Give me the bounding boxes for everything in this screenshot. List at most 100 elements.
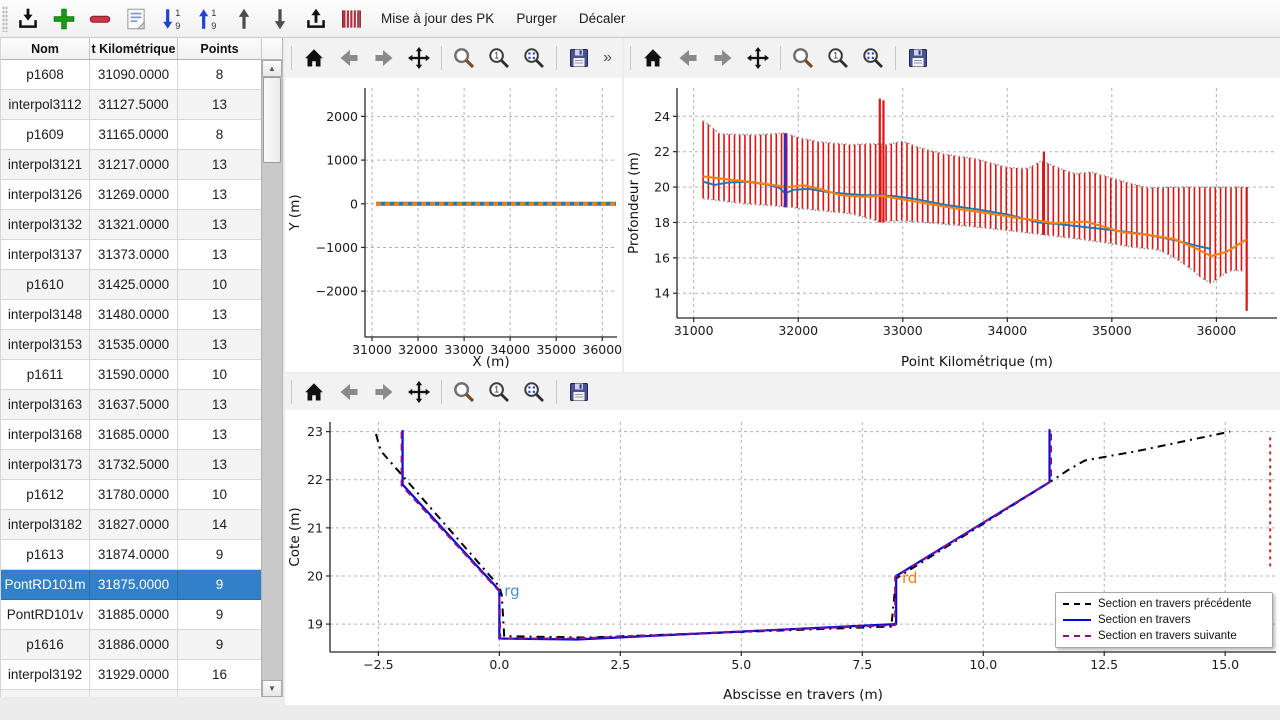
table-cell[interactable]: 31321.0000 [90,210,178,240]
table-cell[interactable]: 13 [178,240,262,270]
toolbar-overflow-button[interactable]: » [603,49,612,67]
table-cell[interactable]: 31637.5000 [90,390,178,420]
zoom-fit-button[interactable] [521,379,547,405]
zoom-button[interactable] [451,379,477,405]
column-header-nom[interactable]: Nom [1,38,90,59]
zoom-one-button[interactable]: 1 [825,45,851,71]
table-cell[interactable]: PontRD101m [1,570,90,600]
table-cell[interactable]: interpol3126 [1,180,90,210]
table-row[interactable]: interpol319231929.000016 [1,660,262,690]
table-cell[interactable]: 31269.0000 [90,180,178,210]
table-row[interactable]: PontRD101m31875.00009 [1,570,262,600]
table-cell[interactable]: 13 [178,390,262,420]
table-cell[interactable]: 13 [178,330,262,360]
remove-button[interactable] [84,3,116,35]
zoom-button[interactable] [790,45,816,71]
move-up-button[interactable] [228,3,260,35]
table-cell[interactable]: p1610 [1,270,90,300]
table-cell[interactable]: p1611 [1,360,90,390]
table-cell[interactable]: interpol3112 [1,90,90,120]
column-header-pk[interactable]: t Kilométrique [90,38,178,59]
table-row[interactable]: interpol313231321.000013 [1,210,262,240]
zoom-one-button[interactable]: 1 [486,45,512,71]
add-button[interactable] [48,3,80,35]
table-row[interactable]: interpol316331637.500013 [1,390,262,420]
plan-plot-canvas[interactable]: 310003200033000340003500036000−2000−1000… [285,78,622,372]
table-cell[interactable]: interpol3168 [1,420,90,450]
pan-button[interactable] [745,45,771,71]
table-cell[interactable]: 31217.0000 [90,150,178,180]
table-cell[interactable]: p1609 [1,120,90,150]
table-row[interactable]: p161131590.000010 [1,360,262,390]
zoom-fit-button[interactable] [521,45,547,71]
table-cell[interactable]: 9 [178,540,262,570]
sort-descending-button[interactable]: 19 [156,3,188,35]
table-cell[interactable]: 31929.0000 [90,660,178,690]
table-row[interactable]: interpol315331535.000013 [1,330,262,360]
table-cell[interactable]: 13 [178,300,262,330]
purge-button[interactable]: Purger [507,3,566,35]
table-cell[interactable]: 14 [178,510,262,540]
sections-button[interactable] [336,3,368,35]
table-cell[interactable]: interpol3132 [1,210,90,240]
section-plot-canvas[interactable]: −2.50.02.55.07.510.012.515.01920212223Ab… [285,410,1280,705]
home-button[interactable] [301,45,327,71]
table-row[interactable]: interpol311231127.500013 [1,90,262,120]
table-cell[interactable]: p1612 [1,480,90,510]
back-button[interactable] [675,45,701,71]
profil-plot-canvas[interactable]: 3100032000330003400035000360001416182022… [624,78,1280,372]
scrollbar-thumb[interactable] [263,77,281,163]
pan-button[interactable] [406,45,432,71]
home-button[interactable] [301,379,327,405]
table-cell[interactable]: interpol3121 [1,150,90,180]
table-row[interactable]: PontRD101v31885.00009 [1,600,262,630]
shift-button[interactable]: Décaler [570,3,635,35]
table-cell[interactable]: p1613 [1,540,90,570]
table-cell[interactable]: interpol3163 [1,390,90,420]
table-cell[interactable]: 31875.0000 [90,570,178,600]
scroll-down-button[interactable]: ▼ [262,680,282,697]
table-cell[interactable]: 31685.0000 [90,420,178,450]
table-cell[interactable]: interpol3192 [1,660,90,690]
zoom-one-button[interactable]: 1 [486,379,512,405]
table-cell[interactable]: interpol3173 [1,450,90,480]
update-pk-button[interactable]: Mise à jour des PK [372,3,503,35]
table-cell[interactable]: 31780.0000 [90,480,178,510]
table-cell[interactable]: 8 [178,60,262,90]
forward-button[interactable] [371,45,397,71]
save-button[interactable] [566,379,592,405]
table-cell[interactable]: PontRD101v [1,600,90,630]
table-cell[interactable]: 10 [178,360,262,390]
column-header-points[interactable]: Points [178,38,262,59]
zoom-button[interactable] [451,45,477,71]
table-cell[interactable]: interpol3148 [1,300,90,330]
table-cell[interactable]: 8 [178,120,262,150]
table-row[interactable]: interpol312631269.000013 [1,180,262,210]
home-button[interactable] [640,45,666,71]
table-cell[interactable]: 31090.0000 [90,60,178,90]
table-cell[interactable]: 31732.5000 [90,450,178,480]
table-row[interactable]: interpol317331732.500013 [1,450,262,480]
table-cell[interactable]: 9 [178,630,262,660]
save-button[interactable] [566,45,592,71]
table-cell[interactable]: 9 [178,600,262,630]
back-button[interactable] [336,45,362,71]
table-cell[interactable]: 31165.0000 [90,120,178,150]
table-cell[interactable]: 13 [178,180,262,210]
back-button[interactable] [336,379,362,405]
table-cell[interactable]: 13 [178,420,262,450]
table-cell[interactable]: p1616 [1,630,90,660]
forward-button[interactable] [710,45,736,71]
save-button[interactable] [905,45,931,71]
table-scrollbar[interactable]: ▲ ▼ [261,60,282,697]
import-button[interactable] [12,3,44,35]
table-cell[interactable]: 31425.0000 [90,270,178,300]
table-cell[interactable]: 31127.5000 [90,90,178,120]
table-row[interactable]: interpol316831685.000013 [1,420,262,450]
table-cell[interactable]: interpol3182 [1,510,90,540]
table-cell[interactable]: 13 [178,450,262,480]
move-down-button[interactable] [264,3,296,35]
table-row[interactable]: p160931165.00008 [1,120,262,150]
table-cell[interactable]: 31535.0000 [90,330,178,360]
table-cell[interactable]: 31885.0000 [90,600,178,630]
